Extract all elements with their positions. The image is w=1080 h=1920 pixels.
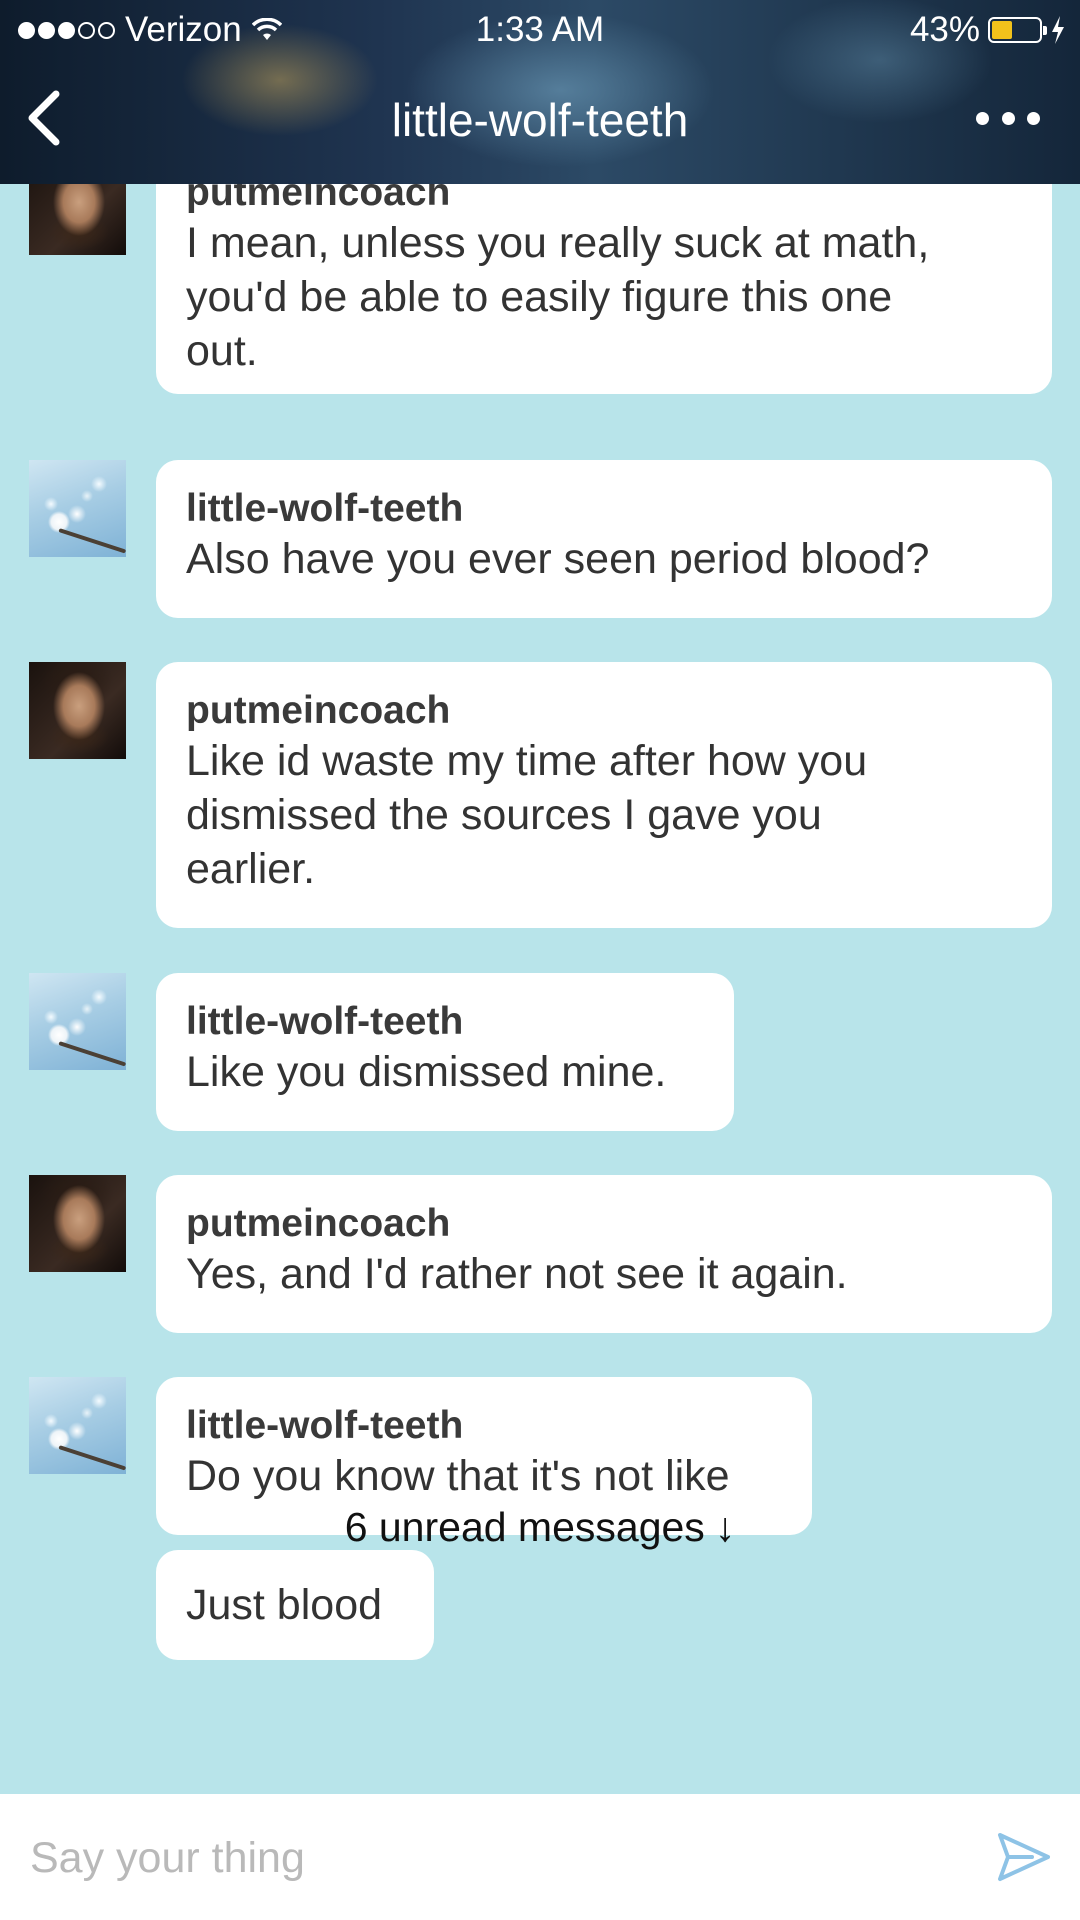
charging-bolt-icon [1052,16,1064,44]
message-text-line: dismissed the sources I gave you [186,791,822,839]
wifi-icon [251,18,282,40]
carrier-name: Verizon [125,10,242,49]
sender-name: little-wolf-teeth [186,487,464,530]
message-list[interactable]: putmeincoach I mean, unless you really s… [0,184,1080,1794]
message-text-line: Also have you ever seen period blood? [186,535,930,583]
message-text-line: you'd be able to easily figure this one [186,273,893,321]
sender-name: putmeincoach [186,184,451,214]
sender-name: little-wolf-teeth [186,1000,464,1043]
message-bubble: little-wolf-teeth Also have you ever see… [156,460,1052,618]
message-text-line: I mean, unless you really suck at math, [186,219,930,267]
avatar[interactable] [29,1175,126,1272]
message-bubble: little-wolf-teeth Like you dismissed min… [156,973,734,1131]
more-dots-icon[interactable] [976,108,1040,128]
nav-header: Verizon 1:33 AM 43% little-wolf-teeth [0,0,1080,184]
avatar[interactable] [29,973,126,1070]
message-bubble: putmeincoach I mean, unless you really s… [156,184,1052,394]
unread-messages-button[interactable]: 6 unread messages ↓ [0,1502,1080,1552]
message-text-line: Just blood [186,1581,383,1629]
message-text-line: Like you dismissed mine. [186,1048,667,1096]
conversation-title: little-wolf-teeth [391,94,689,146]
send-icon[interactable] [996,1830,1052,1884]
avatar[interactable] [29,460,126,557]
avatar[interactable] [29,1377,126,1474]
sender-name: little-wolf-teeth [186,1404,464,1447]
message-input[interactable] [28,1822,932,1894]
sender-name: putmeincoach [186,1202,451,1245]
message-bubble: putmeincoach Yes, and I'd rather not see… [156,1175,1052,1333]
battery-icon [988,17,1047,43]
arrow-down-icon: ↓ [714,1504,736,1550]
message-text-line: Do you know that it's not like [186,1452,730,1500]
message-text-line: Like id waste my time after how you [186,737,868,785]
avatar[interactable] [29,184,126,255]
message-text-line: out. [186,327,258,375]
message-bubble: Just blood [156,1550,434,1660]
carrier-status: Verizon [18,10,282,50]
sender-name: putmeincoach [186,689,451,732]
message-bubble: putmeincoach Like id waste my time after… [156,662,1052,928]
battery-status: 43% [910,10,1066,50]
message-text-line: Yes, and I'd rather not see it again. [186,1250,848,1298]
signal-strength-icon [18,21,115,39]
avatar[interactable] [29,662,126,759]
message-text-line: earlier. [186,845,316,893]
unread-label: 6 unread messages [344,1504,705,1550]
battery-percent: 43% [909,10,980,49]
composer-bar [0,1794,1080,1920]
